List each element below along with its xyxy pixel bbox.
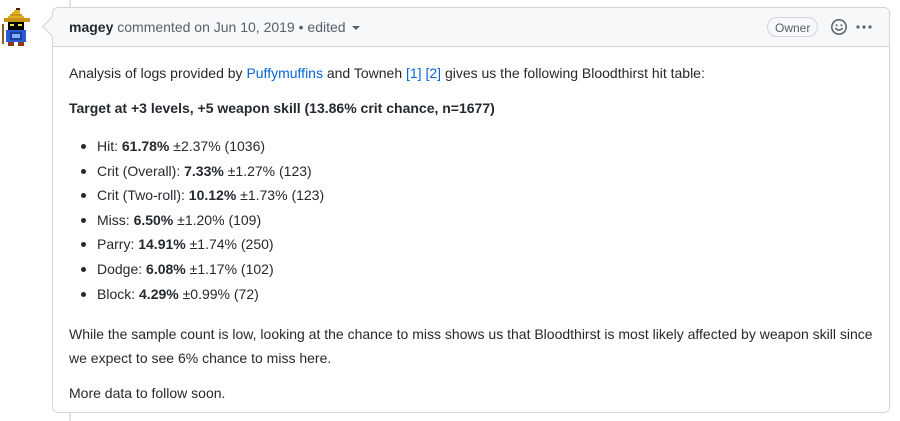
comment: magey commented on Jun 10, 2019 • edited… [41,7,890,413]
owner-badge: Owner [767,17,819,37]
conclusion-paragraph: While the sample count is low, looking a… [69,326,873,366]
more-data-paragraph: More data to follow soon. [69,385,226,401]
crit-overall-value: 7.33% [184,162,224,179]
crit-overall-margin: ±1.27% [227,162,276,179]
crit-two-roll-label: Crit (Two-roll): [97,187,185,204]
author-link[interactable]: magey [69,19,113,35]
list-item: Hit: 61.78% ±2.37% (1036) [69,134,324,159]
parry-value: 14.91% [138,236,186,253]
separator: • [298,19,304,35]
target-heading: Target at +3 levels, +5 weapon skill (13… [69,100,495,116]
reference-link-2[interactable]: [2] [425,65,441,81]
dodge-margin: ±1.17% [189,260,238,277]
miss-margin: ±1.20% [177,211,225,228]
hit-margin: ±2.37% [173,138,221,154]
hit-table-list: Hit: 61.78% ±2.37% (1036) Crit (Overall)… [69,134,324,306]
list-item: Crit (Overall): 7.33% ±1.27% (123) [69,159,324,184]
intro-paragraph: Analysis of logs provided by Puffymuffin… [69,61,705,85]
parry-count: (250) [240,236,274,253]
dodge-value: 6.08% [146,260,186,277]
list-item: Miss: 6.50% ±1.20% (109) [69,208,324,233]
list-item: Dodge: 6.08% ±1.17% (102) [69,257,324,282]
list-item: Block: 4.29% ±0.99% (72) [69,282,324,307]
miss-value: 6.50% [133,211,174,228]
miss-label: Miss: [97,211,130,228]
list-item: Crit (Two-roll): 10.12% ±1.73% (123) [69,183,324,208]
comment-header: magey commented on Jun 10, 2019 • edited… [53,8,889,47]
reference-link-1[interactable]: [1] [406,65,422,81]
crit-two-roll-margin: ±1.73% [240,187,288,204]
edited-label: edited [307,19,346,35]
crit-overall-label: Crit (Overall): [97,162,181,179]
hit-count: (1036) [224,138,266,154]
kebab-horizontal-icon[interactable] [855,19,873,35]
hit-value: 61.78% [121,138,170,154]
parry-label: Parry: [97,236,135,253]
hit-label: Hit: [97,138,118,154]
dodge-count: (102) [240,260,274,277]
block-value: 4.29% [139,285,179,302]
block-label: Block: [97,285,136,302]
intro-prefix: Analysis of logs provided by [69,65,243,81]
comment-date[interactable]: Jun 10, 2019 [214,19,295,35]
dodge-label: Dodge: [97,260,143,277]
block-count: (72) [233,285,259,302]
intro-and: and Towneh [326,65,403,81]
crit-two-roll-value: 10.12% [188,187,237,204]
intro-suffix: gives us the following Bloodthirst hit t… [444,65,705,81]
crit-two-roll-count: (123) [291,187,325,204]
parry-margin: ±1.74% [189,236,237,253]
edited-dropdown[interactable]: edited [307,19,360,35]
action-text: commented on [117,19,210,35]
block-margin: ±0.99% [182,285,230,302]
smiley-icon[interactable] [830,18,848,36]
avatar[interactable] [2,8,32,48]
crit-overall-count: (123) [279,162,312,179]
list-item: Parry: 14.91% ±1.74% (250) [69,232,324,257]
puffymuffins-link[interactable]: Puffymuffins [246,65,323,81]
miss-count: (109) [228,211,262,228]
triangle-down-icon [351,26,360,31]
comment-meta: magey commented on Jun 10, 2019 • edited [69,19,360,35]
